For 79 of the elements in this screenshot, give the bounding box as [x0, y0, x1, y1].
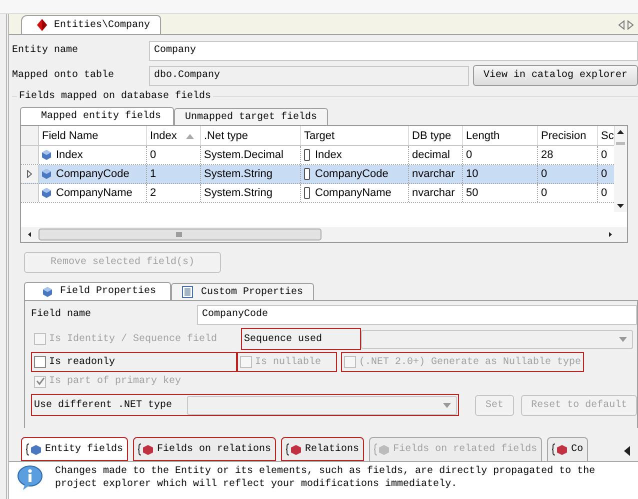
cube-icon: [42, 169, 51, 179]
dropdown-arrow-icon: [442, 402, 451, 408]
table-cell: System.String: [204, 187, 272, 199]
cube-icon: [42, 150, 51, 160]
group-title: Fields mapped on database fields: [17, 91, 214, 102]
table-cell: 10: [466, 168, 478, 180]
braces-cube-icon: [138, 442, 154, 456]
tab[interactable]: Custom Properties: [171, 283, 314, 300]
cube-icon: [42, 188, 51, 198]
vertical-scrollbar[interactable]: [614, 126, 627, 212]
scroll-left-icon[interactable]: [624, 446, 630, 456]
tab[interactable]: Relations: [281, 437, 364, 461]
tab[interactable]: Mapped entity fields: [20, 107, 174, 125]
table-name-field[interactable]: dbo.Company: [149, 66, 469, 86]
table-cell: 2: [150, 187, 156, 199]
row-header[interactable]: [21, 165, 39, 183]
field-label: Entity name: [12, 45, 80, 56]
tab[interactable]: Unmapped target fields: [174, 108, 328, 125]
braces-cube-icon: [286, 442, 302, 456]
table-cell: System.Decimal: [204, 149, 284, 161]
table-cell: 0: [541, 168, 548, 180]
table-cell: 0: [601, 168, 608, 180]
table-cell: 0: [601, 149, 608, 161]
document-icon: [182, 286, 194, 298]
horizontal-scrollbar[interactable]: [21, 227, 627, 242]
scroll-arrows-icon[interactable]: [618, 20, 634, 30]
cube-icon: [43, 286, 52, 296]
column-icon: [304, 168, 310, 180]
braces-cube-icon: [374, 443, 390, 456]
table-cell: CompanyName: [315, 187, 392, 199]
column-icon: [304, 187, 310, 199]
column-header[interactable]: .Net type: [201, 126, 301, 145]
info-icon: [17, 465, 43, 491]
tab[interactable]: Entity fields: [21, 437, 128, 461]
table-cell: nvarchar: [412, 168, 455, 180]
field-label: Mapped onto table: [12, 70, 116, 81]
tab[interactable]: Co: [547, 437, 588, 461]
field-name-field[interactable]: CompanyCode: [197, 304, 637, 324]
column-header[interactable]: Index: [147, 126, 201, 145]
column-header[interactable]: Field Name: [39, 126, 147, 145]
diamond-icon: [36, 19, 48, 31]
net-type-dropdown[interactable]: [186, 396, 457, 414]
field-label: Field name: [31, 309, 92, 320]
tab[interactable]: Field Properties: [24, 282, 172, 300]
table-cell: 28: [541, 149, 554, 161]
document-tab[interactable]: Entities\Company: [21, 15, 162, 34]
check-icon: [36, 377, 44, 386]
table-cell: nvarchar: [412, 187, 455, 199]
catalog-explorer-button[interactable]: View in catalog explorer: [473, 65, 638, 86]
table-cell: System.String: [204, 168, 272, 180]
column-icon: [304, 149, 310, 161]
current-row-icon: [27, 170, 32, 178]
column-header[interactable]: DB type: [409, 126, 463, 145]
table-cell: CompanyName: [56, 187, 132, 199]
dropdown-arrow-icon: [619, 336, 627, 342]
sequence-dropdown[interactable]: [361, 330, 633, 348]
table-cell: CompanyCode: [56, 168, 130, 180]
table-cell: Index: [315, 149, 342, 161]
table-cell: 50: [466, 187, 478, 199]
column-header[interactable]: Target: [301, 126, 409, 145]
braces-cube-icon: [552, 443, 568, 456]
column-header[interactable]: Length: [463, 126, 538, 145]
tab[interactable]: Fields on relations: [133, 437, 276, 461]
table-cell: Index: [56, 149, 83, 161]
table-cell: 0: [466, 149, 472, 161]
table-cell: decimal: [412, 149, 450, 161]
table-cell: 1: [150, 168, 156, 180]
table-cell: 0: [601, 187, 608, 199]
table-cell: CompanyCode: [315, 168, 388, 180]
braces-cube-icon: [26, 442, 42, 456]
entity-name-field[interactable]: Company: [149, 40, 638, 60]
net-type-label: Use different .NET type: [34, 400, 172, 410]
column-header[interactable]: Precision: [538, 126, 598, 145]
sequence-label: Sequence used: [241, 328, 361, 350]
info-message: Changes made to the Entity or its elements, such as fields, are directly propagated to the project explorer which will reflect your modifications immediately.: [55, 465, 596, 491]
checkbox[interactable]: Is readonly: [31, 352, 237, 372]
sort-arrow-icon: [186, 134, 194, 139]
table-cell: 0: [150, 149, 156, 161]
table-cell: 0: [541, 187, 548, 199]
